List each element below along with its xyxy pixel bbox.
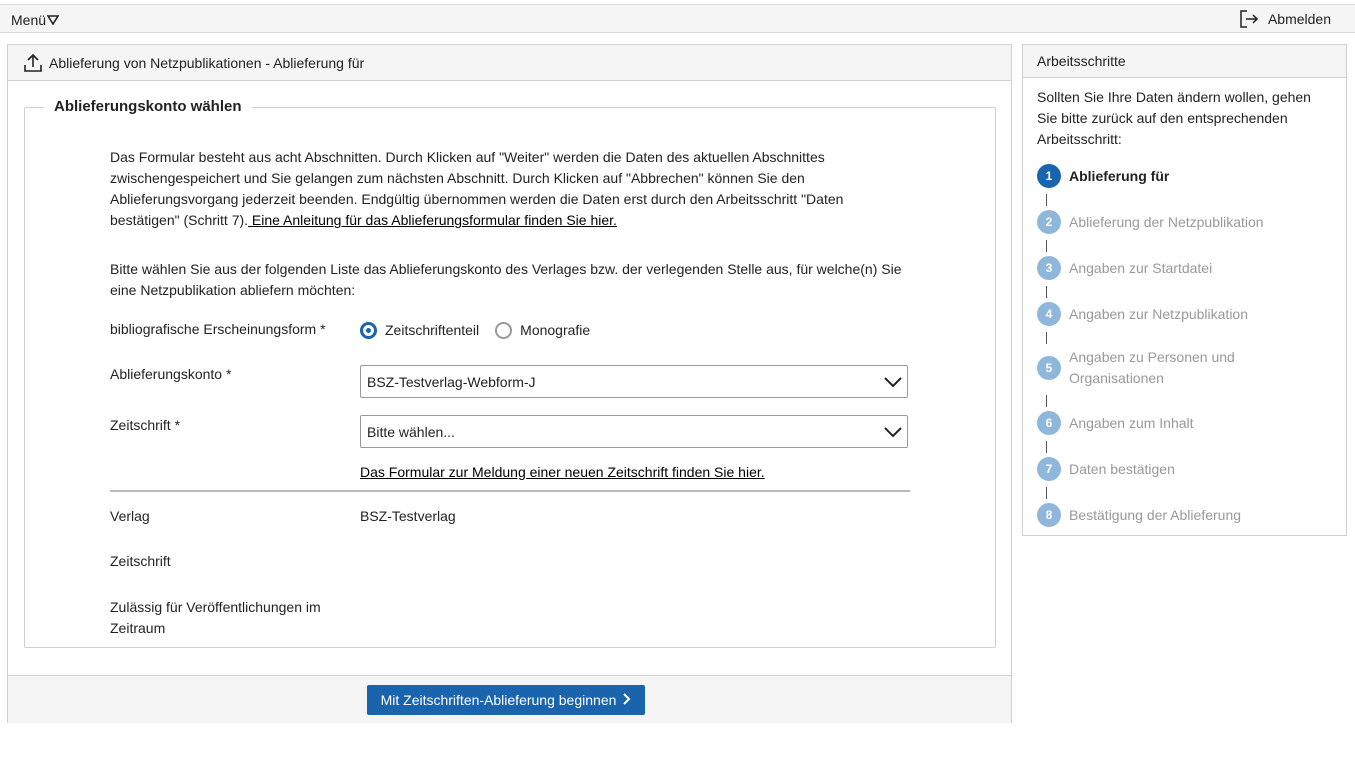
- step-connector: [1046, 240, 1047, 252]
- steps-intro: Sollten Sie Ihre Daten ändern wollen, ge…: [1037, 89, 1311, 147]
- step-label: Angaben zur Netzpublikation: [1069, 305, 1249, 322]
- publisher-label: Verlag: [110, 508, 150, 524]
- step-number-badge: 7: [1037, 457, 1061, 481]
- step-number-badge: 2: [1037, 210, 1061, 234]
- publisher-value: BSZ-Testverlag: [360, 508, 456, 524]
- journal-label: Zeitschrift *: [110, 417, 181, 433]
- page-title: Ablieferung von Netzpublikationen - Abli…: [49, 54, 365, 71]
- journal-select[interactable]: Bitte wählen...: [360, 415, 908, 448]
- logout-icon: [1240, 10, 1259, 28]
- step-8[interactable]: 8 Bestätigung der Ablieferung: [1037, 503, 1269, 527]
- radio-zeitschriftenteil[interactable]: Zeitschriftenteil: [360, 320, 479, 341]
- radio-unselected-icon: [495, 322, 513, 339]
- step-number-badge: 5: [1037, 356, 1061, 380]
- logout-button[interactable]: Abmelden: [1239, 10, 1331, 28]
- steps-panel-title: Arbeitsschritte: [1023, 45, 1346, 78]
- radio-monografie[interactable]: Monografie: [495, 320, 590, 341]
- radio-monografie-label: Monografie: [520, 322, 591, 338]
- step-5[interactable]: 5 Angaben zu Personen und Organisationen: [1037, 347, 1269, 389]
- journal-select-value: Bitte wählen...: [367, 423, 455, 440]
- step-connector: [1046, 332, 1047, 344]
- radio-zeitschriftenteil-label: Zeitschriftenteil: [385, 322, 480, 338]
- period-label: Zulässig für Veröffentlichungen im Zeitr…: [110, 599, 321, 636]
- step-connector: [1046, 395, 1047, 407]
- chevron-down-icon: [884, 377, 902, 388]
- logout-label: Abmelden: [1267, 11, 1331, 27]
- main-panel: Ablieferung von Netzpublikationen - Abli…: [7, 44, 1012, 723]
- step-number-badge: 3: [1037, 256, 1061, 280]
- account-select[interactable]: BSZ-Testverlag-Webform-J: [360, 365, 908, 398]
- chevron-right-icon: [623, 692, 631, 708]
- form-type-label: bibliografische Erscheinungsform *: [110, 321, 326, 337]
- step-label: Angaben zu Personen und Organisationen: [1069, 349, 1235, 386]
- start-delivery-button[interactable]: Mit Zeitschriften-Ablieferung beginnen: [367, 685, 645, 715]
- step-connector: [1046, 194, 1047, 206]
- step-4[interactable]: 4 Angaben zur Netzpublikation: [1037, 302, 1269, 326]
- triangle-down-icon: [46, 12, 60, 28]
- step-connector: [1046, 286, 1047, 298]
- step-3[interactable]: 3 Angaben zur Startdatei: [1037, 256, 1269, 280]
- step-label: Angaben zum Inhalt: [1069, 414, 1194, 431]
- step-7[interactable]: 7 Daten bestätigen: [1037, 457, 1269, 481]
- step-label: Bestätigung der Ablieferung: [1069, 506, 1242, 523]
- step-connector: [1046, 487, 1047, 499]
- step-number-badge: 1: [1037, 164, 1061, 188]
- step-label: Angaben zur Startdatei: [1069, 259, 1213, 276]
- radio-selected-icon: [360, 322, 377, 339]
- divider: [110, 490, 910, 492]
- chevron-down-icon: [884, 427, 902, 438]
- intro-paragraph: Das Formular besteht aus acht Abschnitte…: [110, 147, 870, 231]
- start-delivery-label: Mit Zeitschriften-Ablieferung beginnen: [380, 692, 617, 708]
- main-panel-header: Ablieferung von Netzpublikationen - Abli…: [8, 45, 1011, 81]
- choose-paragraph: Bitte wählen Sie aus der folgenden Liste…: [110, 261, 902, 298]
- menu-label: Menü: [11, 12, 47, 28]
- new-journal-link-wrap: Das Formular zur Meldung einer neuen Zei…: [360, 462, 765, 483]
- main-panel-footer: Mit Zeitschriften-Ablieferung beginnen: [8, 675, 1011, 723]
- journal-info-label: Zeitschrift: [110, 553, 171, 569]
- step-number-badge: 4: [1037, 302, 1061, 326]
- step-label: Ablieferung für: [1069, 167, 1170, 184]
- step-label: Ablieferung der Netzpublikation: [1069, 213, 1264, 230]
- fieldset-legend: Ablieferungskonto wählen: [44, 98, 252, 115]
- step-number-badge: 6: [1037, 411, 1061, 435]
- step-6[interactable]: 6 Angaben zum Inhalt: [1037, 411, 1269, 435]
- upload-icon: [24, 53, 42, 72]
- step-label: Daten bestätigen: [1069, 460, 1175, 477]
- guide-link[interactable]: Eine Anleitung für das Ablieferungsformu…: [248, 212, 617, 228]
- form-type-radio-group: Zeitschriftenteil Monografie: [360, 320, 590, 341]
- new-journal-link[interactable]: Das Formular zur Meldung einer neuen Zei…: [360, 464, 765, 480]
- menu-button[interactable]: Menü: [11, 12, 60, 28]
- step-number-badge: 8: [1037, 503, 1061, 527]
- step-1[interactable]: 1 Ablieferung für: [1037, 164, 1269, 188]
- step-2[interactable]: 2 Ablieferung der Netzpublikation: [1037, 210, 1269, 234]
- account-label: Ablieferungskonto *: [110, 366, 232, 382]
- step-connector: [1046, 441, 1047, 453]
- account-select-value: BSZ-Testverlag-Webform-J: [367, 373, 536, 390]
- top-bar: Menü Abmelden: [0, 4, 1355, 33]
